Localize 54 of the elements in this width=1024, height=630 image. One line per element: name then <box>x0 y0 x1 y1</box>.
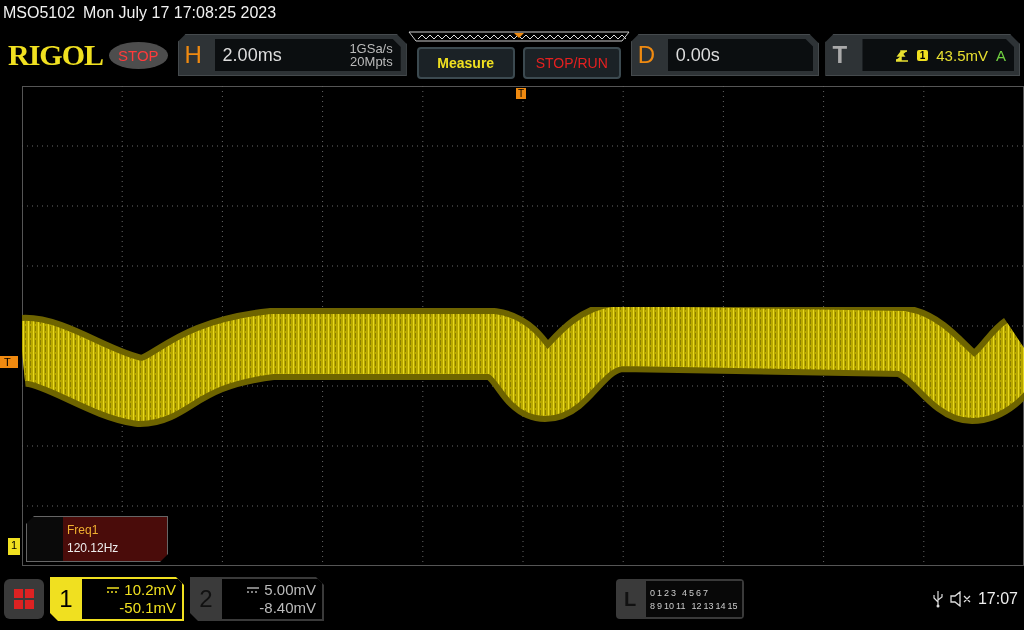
usb-icon <box>931 590 944 608</box>
model-name: MSO5102 <box>3 4 76 22</box>
delay-panel[interactable]: D 0.00s <box>630 34 820 76</box>
delay-value: 0.00s <box>675 44 721 66</box>
trigger-level: 43.5mV <box>936 46 988 64</box>
digital-channel-number: 1 <box>657 587 663 598</box>
sample-rate: 1GSa/s <box>349 42 393 55</box>
trigger-mode: A <box>996 46 1006 64</box>
digital-channel-number: 0 <box>650 587 655 598</box>
rising-edge-icon <box>894 48 909 62</box>
dc-coupling-icon <box>107 587 120 593</box>
channel-panel[interactable]: 1 10.2mV -50.1mV <box>50 577 184 621</box>
trigger-source-badge: 1 <box>916 49 929 61</box>
digital-channel-number: 2 <box>664 587 670 598</box>
channel-offset: -8.40mV <box>259 599 316 617</box>
digital-channel-number: 4 <box>682 587 688 598</box>
digital-channel-number: 12 <box>691 600 702 611</box>
measure-button[interactable]: Measure <box>416 47 515 79</box>
measurement-name: Freq1 <box>67 523 100 537</box>
memory-depth: 20Mpts <box>350 55 393 68</box>
trigger-panel[interactable]: T 1 43.5mV A <box>825 34 1020 76</box>
digital-channel-number: 15 <box>727 600 738 611</box>
channel-scale: 5.00mV <box>264 581 316 599</box>
trigger-level-marker[interactable]: T <box>0 356 18 368</box>
trigger-position-marker[interactable]: T <box>516 88 527 99</box>
digital-channel-number: 3 <box>671 587 677 598</box>
dc-coupling-icon <box>247 587 260 593</box>
digital-channel-number: 10 <box>664 600 675 611</box>
measurement-value: 120.12Hz <box>67 541 120 555</box>
digital-channel-number: 6 <box>696 587 702 598</box>
delay-label: D <box>637 41 657 69</box>
digital-channel-number: 13 <box>703 600 714 611</box>
digital-channel-number: 8 <box>650 600 655 611</box>
digital-channel-number: 7 <box>703 587 709 598</box>
date-time: Mon July 17 17:08:25 2023 <box>83 4 277 22</box>
channel-offset-marker[interactable]: 1 <box>8 538 21 555</box>
menu-button[interactable] <box>4 579 44 619</box>
digital-channel-number: 9 <box>657 600 663 611</box>
digital-channel-number: 5 <box>689 587 695 598</box>
stop-run-button[interactable]: STOP/RUN <box>522 47 621 79</box>
trigger-label: T <box>832 41 849 69</box>
digital-channel-number: 14 <box>715 600 726 611</box>
grid-icon <box>13 588 35 610</box>
run-state-badge: STOP <box>109 41 168 69</box>
brand-logo: RIGOL <box>8 38 104 72</box>
clock-time: 17:07 <box>977 590 1018 608</box>
channel-number: 1 <box>58 584 74 614</box>
horizontal-panel[interactable]: H 2.00ms 1GSa/s 20Mpts <box>177 34 407 76</box>
horizontal-label: H <box>184 41 203 69</box>
timebase-value: 2.00ms <box>222 44 283 66</box>
digital-channel-number: 11 <box>676 600 686 611</box>
speaker-muted-icon[interactable] <box>949 591 972 607</box>
channel-offset: -50.1mV <box>119 599 176 617</box>
channel-scale: 10.2mV <box>124 581 176 599</box>
